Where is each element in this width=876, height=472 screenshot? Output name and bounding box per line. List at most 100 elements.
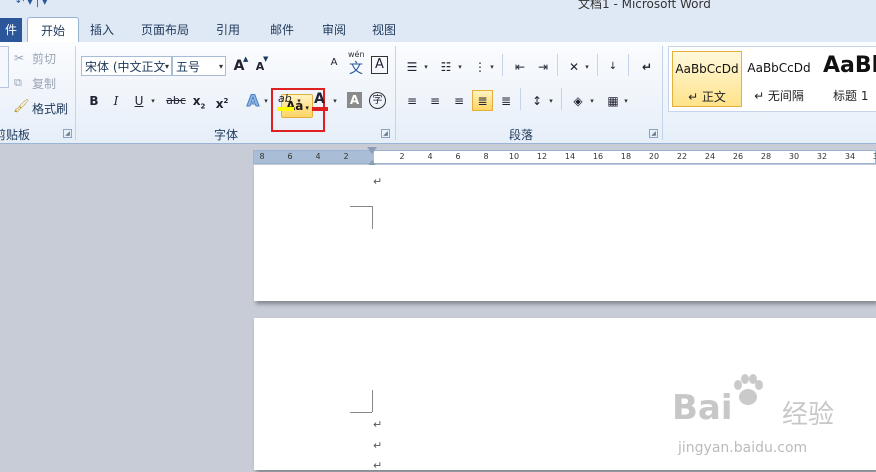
- distributed-align-icon[interactable]: ≣: [497, 92, 515, 110]
- show-marks-icon[interactable]: ↵: [638, 58, 656, 76]
- style-sample: AaBb: [823, 53, 876, 78]
- strikethrough-button[interactable]: abc: [164, 92, 188, 110]
- bullets-icon[interactable]: ☰: [403, 58, 421, 76]
- ruler-tick-label: 6: [287, 152, 293, 161]
- margin-corner-mark: [350, 206, 372, 207]
- chevron-down-icon[interactable]: ▾: [423, 58, 429, 76]
- margin-corner-mark: [372, 206, 373, 229]
- phonetic-guide-button[interactable]: 文: [347, 60, 365, 78]
- sort-icon[interactable]: ↓: [604, 58, 622, 76]
- style-name: ↵ 正文: [688, 90, 726, 104]
- cut-button[interactable]: 剪切: [32, 50, 56, 67]
- group-separator: [75, 46, 76, 140]
- multilevel-list-icon[interactable]: ⋮: [471, 58, 489, 76]
- enclose-characters-button[interactable]: 字: [369, 92, 386, 109]
- align-right-icon[interactable]: ≡: [450, 92, 468, 110]
- chinese-layout-icon[interactable]: ✕: [565, 58, 583, 76]
- tab-file[interactable]: 件: [0, 18, 22, 42]
- ruler-tick-label: 24: [704, 152, 716, 161]
- chevron-down-icon: ▾: [218, 62, 223, 71]
- copy-icon: ⧉: [14, 76, 22, 89]
- ruler-tick-label: 36: [872, 152, 876, 161]
- superscript-button[interactable]: x2: [213, 92, 231, 111]
- align-left-icon[interactable]: ≡: [403, 92, 421, 110]
- tab-references[interactable]: 引用: [210, 18, 246, 42]
- text-effects-button[interactable]: A: [244, 91, 262, 110]
- decrease-indent-icon[interactable]: ⇤: [511, 58, 529, 76]
- clipboard-group-label: 剪贴板: [0, 128, 31, 142]
- window-title: 文档1 - Microsoft Word: [578, 0, 711, 11]
- separator: [520, 88, 521, 110]
- font-name-combo[interactable]: 宋体 (中文正文 ▾: [81, 56, 172, 76]
- justify-icon[interactable]: ≣: [472, 90, 493, 111]
- italic-button[interactable]: I: [107, 92, 125, 110]
- chevron-down-icon[interactable]: ▾: [296, 92, 302, 110]
- font-color-label: A: [314, 91, 325, 107]
- character-shading-button[interactable]: A: [347, 92, 362, 108]
- tab-mailings[interactable]: 邮件: [262, 18, 302, 42]
- subscript-button[interactable]: x2: [190, 92, 208, 110]
- clear-formatting-icon: A: [330, 57, 338, 68]
- ruler-tick-label: 6: [455, 152, 461, 161]
- chevron-down-icon[interactable]: ▾: [457, 58, 463, 76]
- font-launcher-icon[interactable]: ◢: [381, 129, 390, 138]
- style-no-spacing[interactable]: AaBbCcDd ↵ 无间隔: [744, 51, 814, 107]
- paste-button[interactable]: [0, 46, 9, 88]
- highlight-color-button[interactable]: ab: [276, 92, 296, 112]
- style-normal[interactable]: AaBbCcDd ↵ 正文: [672, 51, 742, 107]
- bold-button[interactable]: B: [85, 92, 103, 110]
- ruler-tick-label: 4: [427, 152, 433, 161]
- align-center-icon[interactable]: ≡: [426, 92, 444, 110]
- chevron-down-icon[interactable]: ▾: [332, 92, 338, 110]
- ribbon-tabs: 件 开始 插入 页面布局 引用 邮件 审阅 视图: [0, 14, 876, 44]
- character-border-button[interactable]: A: [371, 56, 388, 74]
- chevron-down-icon[interactable]: ▾: [489, 58, 495, 76]
- chevron-down-icon[interactable]: ▾: [589, 92, 595, 110]
- tab-review[interactable]: 审阅: [316, 18, 352, 42]
- paragraph-launcher-icon[interactable]: ◢: [649, 129, 658, 138]
- ruler-tick-label: 22: [676, 152, 688, 161]
- document-page[interactable]: ↵: [254, 165, 876, 301]
- tab-view[interactable]: 视图: [366, 18, 402, 42]
- borders-icon[interactable]: ▦: [604, 92, 622, 110]
- style-sample: AaBbCcDd: [675, 62, 739, 76]
- chevron-down-icon[interactable]: ▾: [548, 92, 554, 110]
- phonetic-guide-top: wén: [348, 50, 365, 59]
- font-group-label: 字体: [214, 128, 239, 142]
- clipboard-launcher-icon[interactable]: ◢: [63, 129, 72, 138]
- style-name: 标题 1: [833, 89, 869, 103]
- tab-insert[interactable]: 插入: [84, 18, 120, 42]
- line-spacing-icon[interactable]: ↕: [528, 92, 546, 110]
- quick-access-toolbar[interactable]: ↶ ▾ | ▾: [16, 0, 47, 8]
- chevron-down-icon[interactable]: ▾: [150, 92, 156, 110]
- shading-icon[interactable]: ◈: [569, 92, 587, 110]
- ruler-tick-label: 34: [844, 152, 856, 161]
- copy-button[interactable]: 复制: [32, 75, 56, 92]
- tab-page-layout[interactable]: 页面布局: [132, 18, 198, 42]
- subscript-mark: 2: [200, 102, 206, 111]
- format-painter-icon: 🖌: [13, 99, 30, 114]
- chevron-down-icon[interactable]: ▾: [623, 92, 629, 110]
- numbering-icon[interactable]: ☷: [437, 58, 455, 76]
- first-line-indent-marker[interactable]: [367, 147, 377, 154]
- superscript-mark: 2: [223, 97, 229, 105]
- font-size-combo[interactable]: 五号 ▾: [172, 56, 226, 76]
- tab-home[interactable]: 开始: [27, 17, 79, 44]
- highlight-label: ab: [278, 92, 292, 105]
- clear-formatting-button[interactable]: A: [325, 54, 343, 72]
- ruler-tick-label: 2: [399, 152, 405, 161]
- horizontal-ruler[interactable]: 864224681012141618202224262830323436: [253, 150, 876, 164]
- ruler-tick-label: 10: [508, 152, 520, 161]
- chevron-down-icon[interactable]: ▾: [263, 92, 269, 110]
- ruler-tick-label: 14: [564, 152, 576, 161]
- watermark-brand: Bai: [672, 388, 733, 428]
- style-heading-1[interactable]: AaBb 标题 1: [817, 51, 876, 107]
- ruler-tick-label: 4: [315, 152, 321, 161]
- increase-indent-icon[interactable]: ⇥: [534, 58, 552, 76]
- font-color-button[interactable]: A: [311, 91, 329, 112]
- chevron-down-icon[interactable]: ▾: [584, 58, 590, 76]
- underline-button[interactable]: U: [130, 92, 148, 110]
- paragraph-mark: ↵: [373, 459, 383, 472]
- ribbon-home: ✂ 剪切 ⧉ 复制 🖌 格式刷 剪贴板 ◢ 宋体 (中文正文 ▾ 五号 ▾ A …: [0, 42, 876, 144]
- format-painter-button[interactable]: 格式刷: [32, 100, 68, 117]
